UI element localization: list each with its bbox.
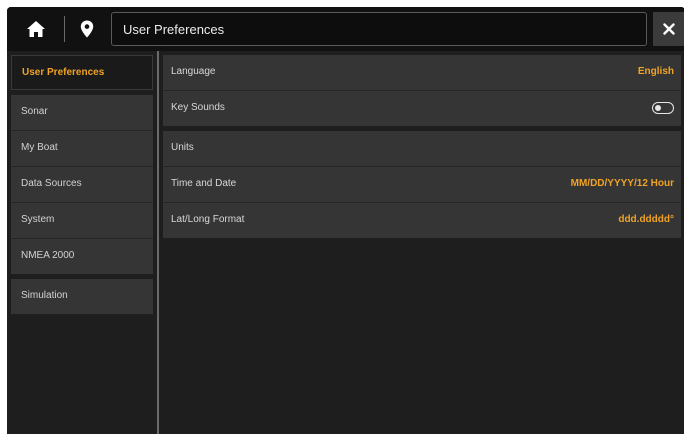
time-date-value: MM/DD/YYYY/12 Hour [570,178,674,189]
sidebar-item-simulation[interactable]: Simulation [11,279,153,314]
key-sounds-toggle[interactable] [652,102,674,114]
toolbar-divider [64,16,65,42]
language-label: Language [171,66,216,77]
sidebar-item-my-boat[interactable]: My Boat [11,131,153,166]
sidebar-item-label: My Boat [21,142,58,153]
page-title: User Preferences [123,22,225,37]
content-area: User Preferences Sonar My Boat Data Sour… [7,51,684,434]
page-title-bar: User Preferences [111,12,647,46]
settings-sidebar: User Preferences Sonar My Boat Data Sour… [11,55,157,434]
format-settings-panel: Units Time and Date MM/DD/YYYY/12 Hour L… [163,131,681,238]
latlong-format-value: ddd.ddddd° [618,214,674,225]
toggle-knob [655,104,661,111]
language-value: English [637,66,674,77]
units-row[interactable]: Units [163,131,681,166]
close-icon [663,23,675,35]
sidebar-item-sonar[interactable]: Sonar [11,95,153,130]
sidebar-item-system[interactable]: System [11,203,153,238]
home-icon [27,21,45,37]
key-sounds-label: Key Sounds [171,102,225,113]
latlong-format-label: Lat/Long Format [171,214,245,225]
general-settings-panel: Language English Key Sounds [163,55,681,126]
key-sounds-row: Key Sounds [163,91,681,126]
sidebar-divider-vertical [157,51,159,434]
sidebar-item-label: User Preferences [22,67,105,78]
language-row[interactable]: Language English [163,55,681,90]
sidebar-item-label: NMEA 2000 [21,250,75,261]
top-bar: User Preferences [7,7,684,51]
home-button[interactable] [13,12,59,46]
sidebar-item-label: System [21,214,55,225]
time-date-label: Time and Date [171,178,237,189]
sidebar-item-label: Sonar [21,106,48,117]
sidebar-item-label: Simulation [21,290,68,301]
latlong-format-row[interactable]: Lat/Long Format ddd.ddddd° [163,203,681,238]
close-button[interactable] [653,12,684,46]
sidebar-item-nmea-2000[interactable]: NMEA 2000 [11,239,153,274]
sidebar-item-data-sources[interactable]: Data Sources [11,167,153,202]
sidebar-item-label: Data Sources [21,178,82,189]
waypoint-button[interactable] [69,12,105,46]
time-date-row[interactable]: Time and Date MM/DD/YYYY/12 Hour [163,167,681,202]
app-window: User Preferences User Preferences Sonar … [7,7,684,434]
map-pin-icon [80,20,94,38]
units-label: Units [171,142,194,153]
sidebar-item-user-preferences[interactable]: User Preferences [11,55,153,90]
